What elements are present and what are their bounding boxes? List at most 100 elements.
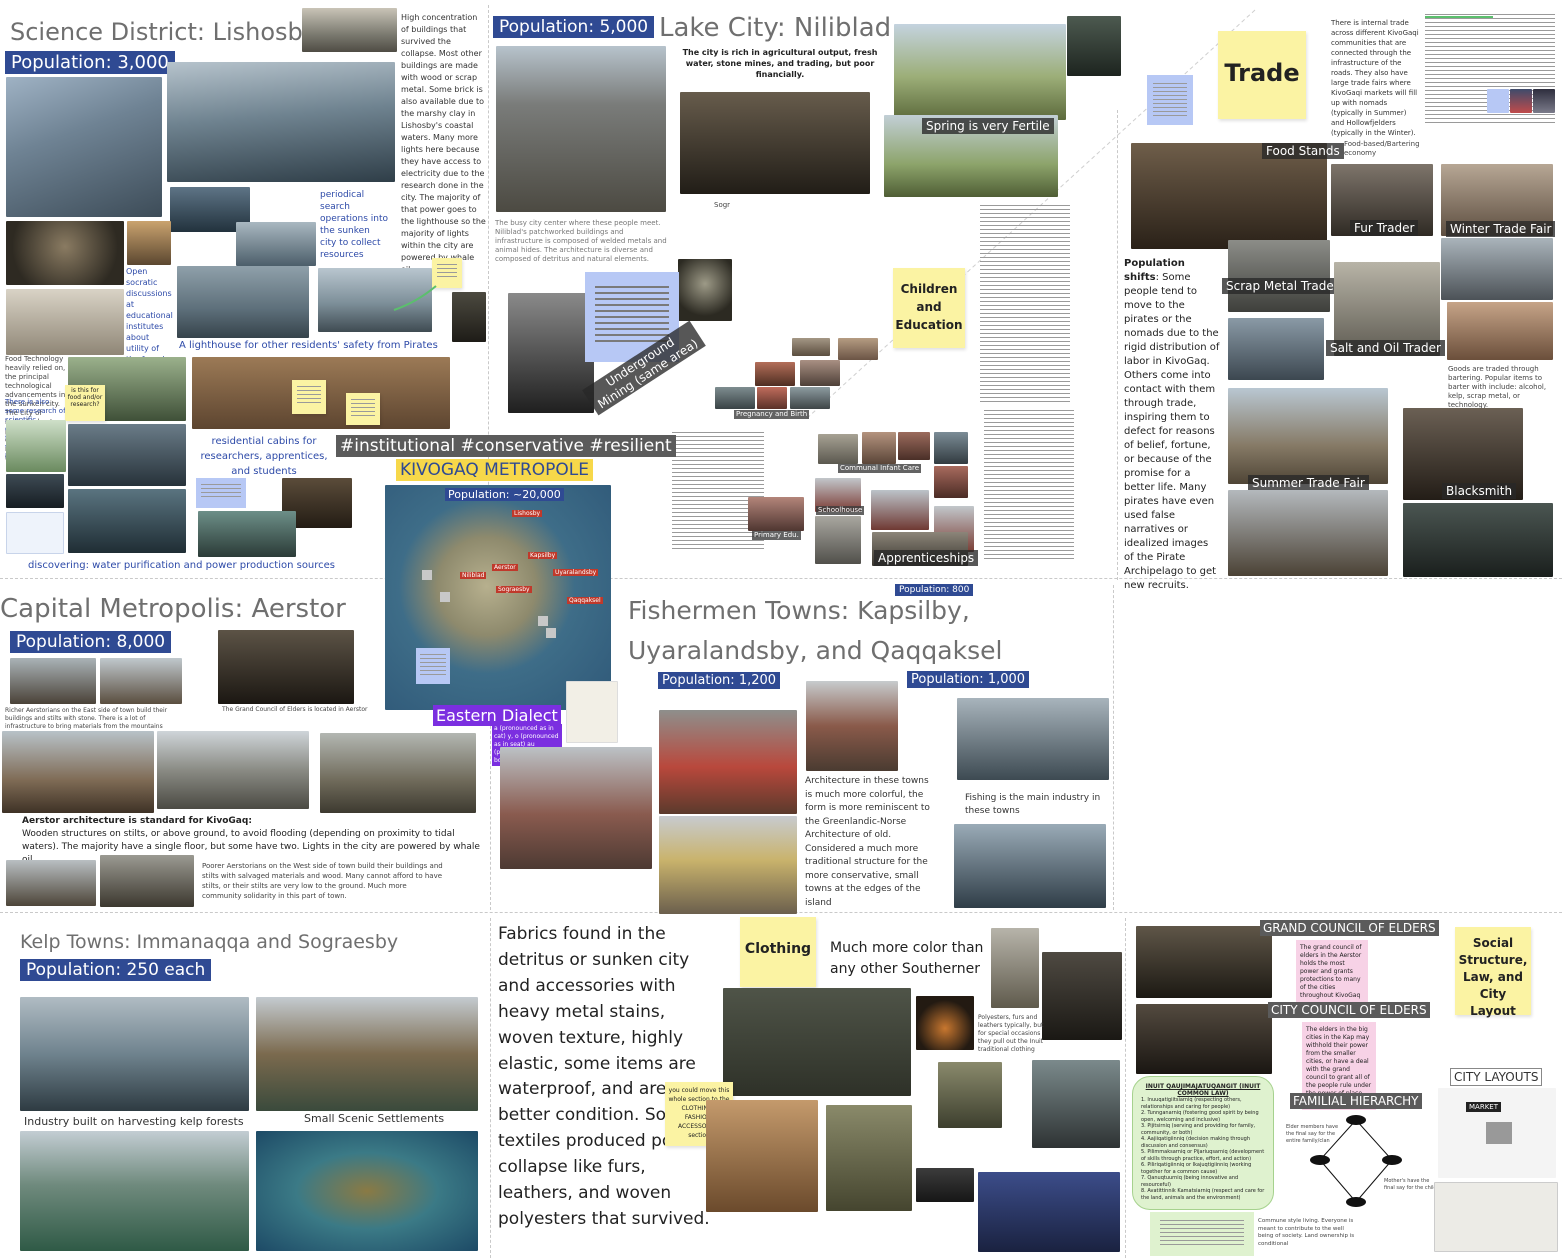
capital-photo-council [218,630,354,704]
clothing-photo-fabric [916,1168,974,1202]
clothing-color-text: Much more color than any other Southerne… [830,940,984,977]
science-lighthouse-caption: A lighthouse for other residents' safety… [179,340,438,351]
children-photo-12 [934,466,968,498]
trade-thumb-3 [1533,89,1555,113]
lake-photo-mine-tunnel [678,259,732,321]
capital-photo-bridge [2,731,154,813]
children-photo-primary [748,497,804,531]
divider-clothing-social [1125,918,1126,1258]
trade-photo-boxes [1228,318,1324,380]
trade-scrap-trader-label: Scrap Metal Trader [1222,278,1343,294]
trade-blue-note [1147,75,1193,125]
capital-poorer-text: Poorer Aerstorians on the West side of t… [202,862,443,900]
clothing-photo-jacket-army [938,1062,1002,1128]
fishermen-photo-village [659,710,797,814]
kelp-photo-settlement [256,997,478,1111]
science-question-text: is this for food and/or research? [67,387,103,408]
fishermen-photo-boat-2 [954,824,1106,908]
lake-photo-crowd [1067,16,1121,76]
social-grand-council-title: GRAND COUNCIL OF ELDERS [1260,920,1439,936]
fishermen-title-1: Fishermen Towns: Kapsilby, [628,596,970,625]
children-photo-5 [715,387,755,409]
fishermen-population-b: Population: 1,000 [907,671,1030,688]
social-layout-block [1486,1122,1512,1144]
clothing-photo-coat-figure [991,928,1039,1008]
clothing-fur-note: Polyesters, furs and leathers typically,… [978,1014,1044,1053]
trade-summer-fair-label: Summer Trade Fair [1248,475,1369,491]
children-photo-7 [790,387,830,409]
trade-photo-winter-2 [1441,238,1553,300]
science-photo-workshop [68,489,186,553]
children-photo-2 [838,338,878,360]
metropole-sketch [566,681,618,743]
children-photo-11 [934,432,968,464]
science-photo-sunken-city [167,62,395,182]
science-sticky-cabin-2 [346,393,380,425]
metropole-map-marker-4 [538,616,548,626]
science-collapse-text: High concentration of buildings that sur… [401,13,486,274]
trade-food-based: Food-based/Bartering economy [1344,140,1420,157]
trade-food-stands-label: Food Stands [1262,143,1344,159]
metropole-population: Population: ~20,000 [445,488,564,501]
trade-photo-street [1228,490,1388,576]
social-commune-note: Commune style living. Everyone is meant … [1258,1218,1355,1247]
metropole-hashtags: #institutional #conservative #resilient [336,435,676,457]
lake-photo-market [894,24,1066,120]
fishermen-photo-harbor [659,816,797,914]
social-elder-note: Elder members have the final say for the… [1286,1124,1339,1144]
capital-photo-east-2 [100,658,182,704]
trade-photo-market-crowd [1403,503,1553,577]
capital-photo-poor-1 [6,860,96,906]
science-title: Science District: Lishosby [10,18,317,46]
social-laws-title: INUIT QAUJIMAJATUQANGIT (INUIT COMMON LA… [1145,1083,1261,1097]
science-blue-note [196,478,246,508]
clothing-sticky: Clothing [740,917,816,987]
trade-thumb-blue [1487,89,1509,113]
kelp-photo-harvest-platform [20,997,249,1111]
lake-greek-text-3 [672,432,764,552]
children-photo-6 [757,387,787,409]
clothing-photo-portrait [1042,952,1122,1040]
social-grand-text: The grand council of elders in the Aerst… [1296,940,1368,1004]
children-schoolhouse-label: Schoolhouse [816,506,865,515]
social-law-1: 1. Inuuqatigiitsiarniq (respecting other… [1141,1097,1242,1110]
children-photo-3 [755,362,795,386]
children-photo-13 [871,490,929,530]
social-sticky: Social Structure, Law, and City Layout [1455,927,1531,1018]
trade-sticky: Trade [1218,31,1306,119]
divider-top-row [0,578,1562,579]
clothing-photo-jacket-1 [706,1100,818,1212]
trade-green-line [1425,16,1493,18]
metropole-dialect-title: Eastern Dialect [433,705,561,726]
fishermen-photo-reader [806,681,898,771]
social-law-8: 8. Avatittinnik Kamatsiarniq (respect an… [1141,1188,1265,1201]
fishermen-population-a: Population: 1,200 [658,672,781,689]
science-photo-plants [6,420,66,472]
science-photo-museum [6,289,124,355]
metropole-map-marker-2 [440,592,450,602]
map-label-aerstor: Aerstor [492,564,518,571]
social-photo-city-council [1136,1004,1272,1074]
science-population: Population: 3,000 [5,51,175,74]
children-sticky: Children and Education [893,268,965,348]
social-laws-card: INUIT QAUJIMAJATUQANGIT (INUIT COMMON LA… [1132,1076,1274,1210]
social-law-3: 3. Pijitsirniq (serving and providing fo… [1141,1123,1256,1136]
trade-sticky-text: Trade [1224,59,1300,87]
science-photo-aerial [6,77,162,217]
trade-salt-oil-label: Salt and Oil Trader [1326,340,1445,356]
social-photo-grand-council [1136,926,1272,998]
science-photo-hands [68,424,186,486]
metropole-title: KIVOGAQ METROPOLE [396,459,593,481]
map-label-qaqqaksel: Qaqqaksel [567,597,603,604]
science-discovering-caption: discovering: water purification and powe… [28,560,336,571]
children-pregnancy-label: Pregnancy and Birth [734,410,810,419]
capital-photo-poor-2 [100,855,194,907]
kelp-population: Population: 250 each [20,959,212,981]
science-diagram-water [6,512,64,554]
trade-goods-text: Goods are traded through bartering. Popu… [1448,365,1547,409]
map-label-niliblad: Niliblad [460,572,487,579]
kelp-photo-harvesters [20,1131,249,1251]
children-photo-4 [800,360,840,386]
social-law-6: 6. Piliriqatigiinniq or Ikajuqtigiinniq … [1141,1162,1252,1175]
clothing-fabrics-text: Fabrics found in the detritus or sunken … [498,924,710,1229]
